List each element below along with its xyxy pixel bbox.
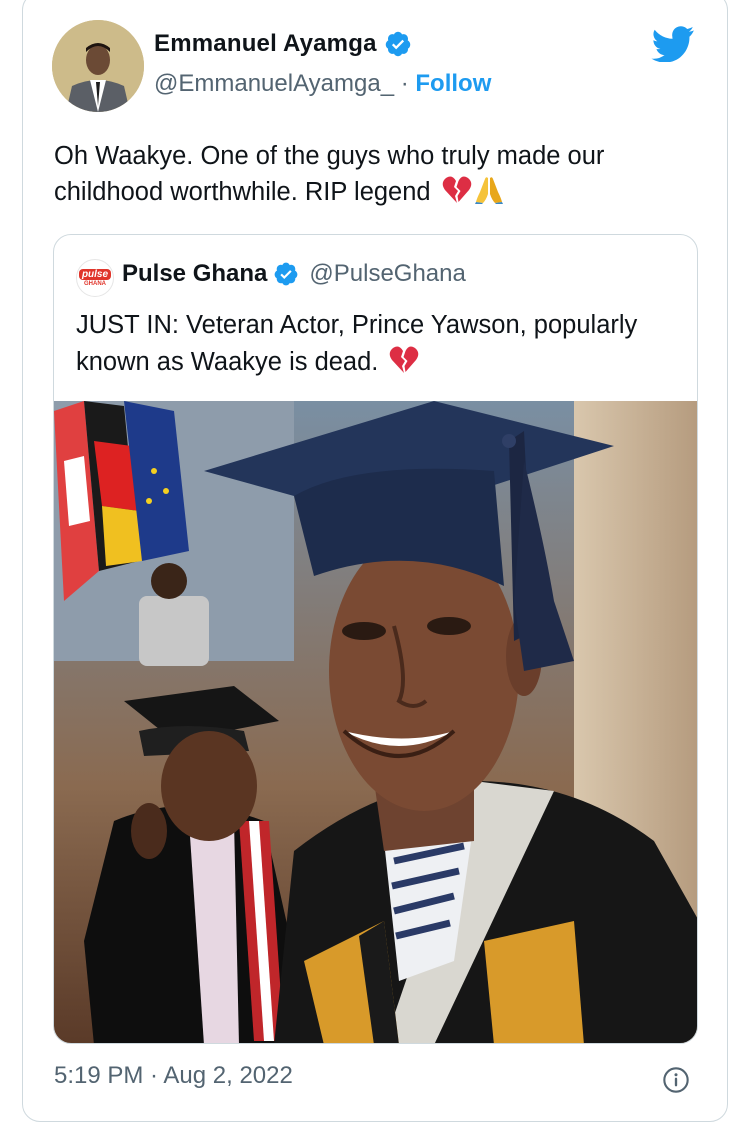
folded-hands-icon [474, 176, 504, 214]
quoted-text: JUST IN: Veteran Actor, Prince Yawson, p… [76, 311, 638, 376]
broken-heart-icon [389, 346, 419, 385]
logo-subtext: GHANA [84, 281, 106, 287]
author-name-row: Emmanuel Ayamga [154, 30, 412, 58]
separator-dot: · [394, 70, 416, 97]
verified-badge-icon [273, 261, 299, 287]
quoted-photo[interactable] [54, 401, 697, 1043]
quoted-author-handle[interactable]: @PulseGhana [309, 260, 465, 288]
tweet-body: Oh Waakye. One of the guys who truly mad… [54, 138, 704, 214]
logo-text: pulse [78, 269, 112, 280]
author-name[interactable]: Emmanuel Ayamga [154, 30, 377, 58]
follow-button[interactable]: Follow [415, 70, 491, 98]
info-icon[interactable] [662, 1066, 690, 1094]
verified-badge-icon [384, 30, 412, 58]
quoted-header: Pulse Ghana @PulseGhana [122, 260, 466, 288]
broken-heart-icon [442, 176, 472, 214]
pulse-ghana-logo[interactable]: pulse GHANA [76, 259, 114, 297]
author-handle-row: @EmmanuelAyamga_ · Follow [154, 70, 491, 98]
author-avatar[interactable] [52, 20, 144, 112]
tweet-text: Oh Waakye. One of the guys who truly mad… [54, 142, 605, 206]
author-handle[interactable]: @EmmanuelAyamga_ [154, 70, 394, 98]
quoted-tweet[interactable]: pulse GHANA Pulse Ghana @PulseGhana JUST… [53, 234, 698, 1044]
twitter-bird-icon[interactable] [651, 26, 695, 63]
quoted-body: JUST IN: Veteran Actor, Prince Yawson, p… [76, 307, 676, 385]
tweet-timestamp[interactable]: 5:19 PM · Aug 2, 2022 [54, 1062, 293, 1090]
quoted-author-name[interactable]: Pulse Ghana [122, 260, 267, 288]
